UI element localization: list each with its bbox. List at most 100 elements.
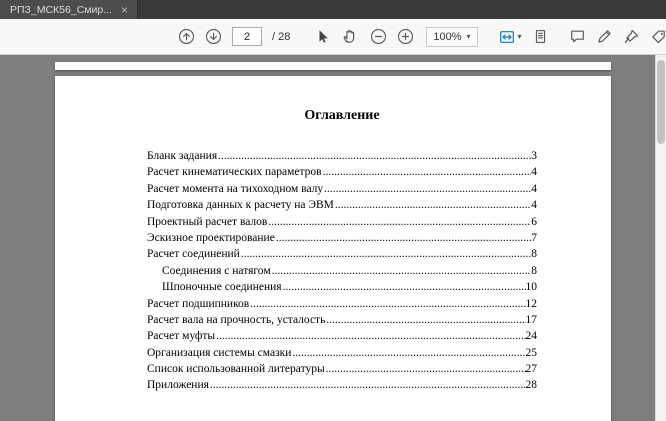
zoom-level-dropdown[interactable]: 100% ▾ [426, 27, 477, 47]
document-viewport[interactable]: Оглавление Бланк задания................… [0, 55, 666, 421]
toc-leader-dots: ........................................… [325, 363, 526, 375]
select-tool-button[interactable] [314, 27, 331, 46]
toc-item-page: 7 [531, 232, 537, 244]
toc-item-page: 28 [526, 379, 538, 391]
toc-row: Приложения..............................… [147, 379, 537, 395]
toc-row: Расчет вала на прочность, усталость.....… [147, 314, 537, 330]
toc-row: Проектный расчет валов..................… [147, 216, 537, 232]
highlighter-icon [596, 28, 613, 45]
toc-leader-dots: ........................................… [323, 183, 531, 195]
toc-row: Расчет муфты............................… [147, 330, 537, 346]
toc-item-page: 17 [526, 314, 538, 326]
minus-circle-icon [370, 28, 387, 45]
arrow-up-circle-icon [178, 28, 195, 45]
toc-row: Шпоночные соединения....................… [147, 281, 537, 297]
close-icon[interactable]: × [121, 4, 128, 16]
toc-leader-dots: ........................................… [291, 347, 525, 359]
previous-page-button[interactable] [178, 27, 195, 46]
page-count-label: / 28 [272, 31, 290, 43]
toc-item-page: 6 [531, 216, 537, 228]
toc-leader-dots: ........................................… [334, 199, 531, 211]
toc-row: Эскизное проектирование.................… [147, 232, 537, 248]
comment-bubble-icon [569, 28, 586, 45]
toc-item-page: 3 [531, 150, 537, 162]
toc-item-label: Приложения [147, 379, 209, 391]
toc-item-label: Расчет момента на тихоходном валу [147, 183, 323, 195]
toc-item-page: 8 [531, 265, 537, 277]
fit-width-icon [498, 28, 516, 46]
toc-item-page: 4 [531, 199, 537, 211]
document-tab[interactable]: РПЗ_МСК56_Смир... × [0, 0, 138, 19]
scrollbar-thumb[interactable] [657, 60, 665, 144]
hand-tool-button[interactable] [341, 27, 358, 46]
toc-item-label: Список использованной литературы [147, 363, 325, 375]
page-2: Оглавление Бланк задания................… [55, 76, 611, 421]
fit-width-icon-strokes [500, 31, 513, 42]
toc-leader-dots: ........................................… [215, 330, 525, 342]
page-number-input[interactable] [232, 27, 262, 46]
plus-circle-icon [397, 28, 414, 45]
zoom-in-button[interactable] [397, 27, 414, 46]
toc-leader-dots: ........................................… [322, 166, 532, 178]
fit-width-button[interactable]: ▾ [498, 27, 522, 46]
toc-leader-dots: ........................................… [209, 379, 526, 391]
toc-item-label: Организация системы смазки [147, 347, 291, 359]
toc-row: Соединения с натягом....................… [147, 265, 537, 281]
page-view-icon [532, 28, 549, 45]
toc-list: Бланк задания...........................… [147, 150, 537, 396]
toc-item-page: 4 [531, 183, 537, 195]
hand-icon [341, 28, 358, 45]
toc-item-label: Соединения с натягом [162, 265, 271, 277]
toc-row: Расчет соединений.......................… [147, 248, 537, 264]
highlight-tool-button[interactable] [596, 27, 613, 46]
zoom-level-value: 100% [433, 31, 461, 43]
toc-leader-dots: ........................................… [267, 216, 531, 228]
toc-row: Расчет подшипников......................… [147, 298, 537, 314]
toc-item-page: 12 [526, 298, 538, 310]
toc-item-label: Расчет вала на прочность, усталость [147, 314, 325, 326]
toc-item-label: Расчет муфты [147, 330, 215, 342]
toc-leader-dots: ........................................… [325, 314, 525, 326]
toc-row: Список использованной литературы........… [147, 363, 537, 379]
more-tools-button[interactable] [650, 27, 666, 46]
toc-item-page: 27 [526, 363, 538, 375]
vertical-scrollbar[interactable] [655, 55, 666, 421]
chevron-down-icon: ▾ [518, 33, 522, 41]
toc-leader-dots: ........................................… [249, 298, 525, 310]
toolbar: / 28 100% ▾ [0, 19, 666, 55]
toc-item-page: 4 [531, 166, 537, 178]
toc-item-label: Расчет кинематических параметров [147, 166, 322, 178]
toc-row: Бланк задания...........................… [147, 150, 537, 166]
toc-item-page: 24 [526, 330, 538, 342]
toc-item-page: 10 [526, 281, 538, 293]
toc-item-label: Эскизное проектирование [147, 232, 275, 244]
arrow-down-circle-icon [205, 28, 222, 45]
tag-icon [650, 28, 666, 45]
cursor-icon [314, 28, 331, 45]
toc-item-label: Расчет соединений [147, 248, 240, 260]
toc-item-label: Подготовка данных к расчету на ЭВМ [147, 199, 334, 211]
toc-item-label: Проектный расчет валов [147, 216, 267, 228]
toc-leader-dots: ........................................… [217, 150, 531, 162]
toc-row: Организация системы смазки..............… [147, 347, 537, 363]
toc-leader-dots: ........................................… [282, 281, 526, 293]
toc-leader-dots: ........................................… [271, 265, 532, 277]
tab-title: РПЗ_МСК56_Смир... [10, 4, 112, 16]
zoom-out-button[interactable] [370, 27, 387, 46]
chevron-down-icon: ▾ [467, 33, 471, 41]
toc-item-label: Расчет подшипников [147, 298, 249, 310]
pen-nib-icon [623, 28, 640, 45]
next-page-button[interactable] [205, 27, 222, 46]
comment-tool-button[interactable] [569, 27, 586, 46]
page-1-bottom-edge [55, 62, 611, 70]
fill-sign-tool-button[interactable] [623, 27, 640, 46]
pdf-viewer-window: РПЗ_МСК56_Смир... × / 28 [0, 0, 666, 421]
toc-row: Расчет момента на тихоходном валу.......… [147, 183, 537, 199]
page-view-button[interactable] [532, 27, 549, 46]
toc-item-page: 25 [526, 347, 538, 359]
toc-title: Оглавление [147, 108, 537, 124]
toc-row: Подготовка данных к расчету на ЭВМ......… [147, 199, 537, 215]
toc-row: Расчет кинематических параметров........… [147, 166, 537, 182]
toc-leader-dots: ........................................… [240, 248, 531, 260]
toc-item-page: 8 [531, 248, 537, 260]
